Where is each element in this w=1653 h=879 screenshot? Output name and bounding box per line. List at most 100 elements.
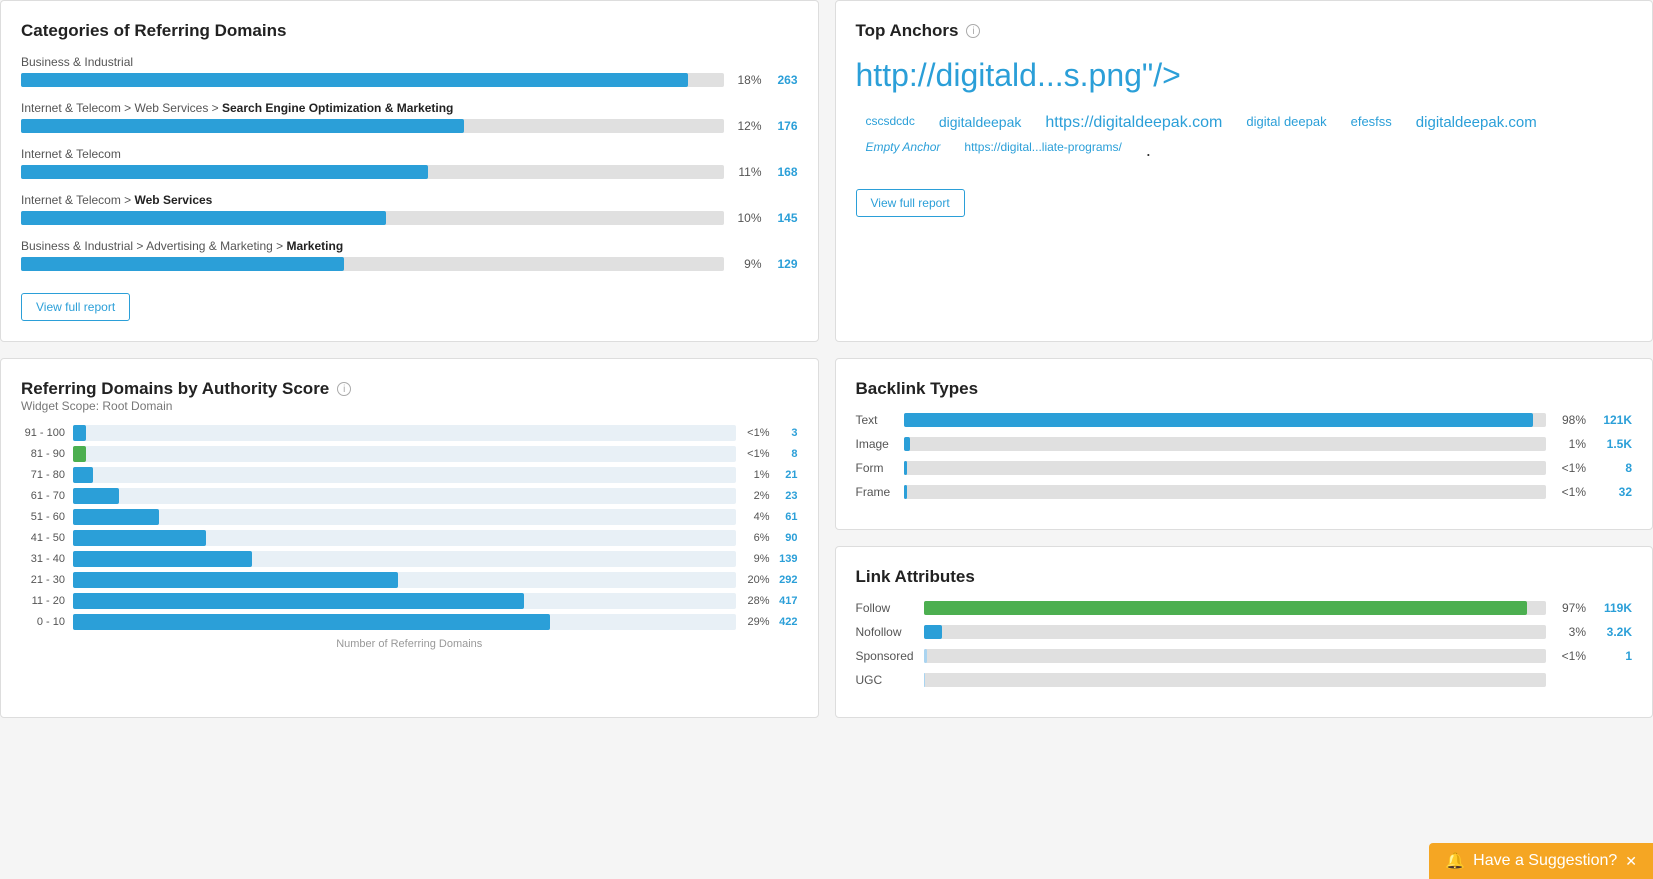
authority-bar-fill [73, 572, 398, 588]
authority-row-count: 422 [770, 616, 798, 628]
category-bar-fill [21, 165, 428, 179]
authority-row-pct: 4% [736, 511, 770, 523]
authority-info-icon[interactable]: i [337, 382, 351, 396]
authority-row-count: 21 [770, 469, 798, 481]
link-attr-row-pct: 3% [1554, 625, 1586, 639]
authority-row: 31 - 40 9% 139 [21, 551, 798, 567]
authority-row-count: 292 [770, 574, 798, 586]
authority-row-count: 417 [770, 595, 798, 607]
authority-row-pct: <1% [736, 427, 770, 439]
suggestion-close-icon[interactable]: ✕ [1625, 853, 1637, 870]
category-count: 168 [770, 165, 798, 179]
category-item: Internet & Telecom 11% 168 [21, 147, 798, 179]
anchor-tag[interactable]: . [1146, 140, 1151, 161]
link-attr-row-label: Sponsored [856, 649, 916, 663]
backlink-row-label: Image [856, 437, 896, 451]
backlink-bar-fill [904, 485, 907, 499]
authority-row-pct: 20% [736, 574, 770, 586]
top-anchors-title: Top Anchors [856, 21, 959, 41]
top-anchors-card: Top Anchors i http://digitald...s.png"/>… [835, 0, 1653, 342]
link-attr-bar-fill [924, 673, 926, 687]
link-attr-row-count: 119K [1594, 601, 1632, 615]
authority-row-label: 61 - 70 [21, 490, 73, 502]
authority-row: 71 - 80 1% 21 [21, 467, 798, 483]
authority-bar-fill [73, 593, 524, 609]
category-bar-bg [21, 119, 724, 133]
categories-title: Categories of Referring Domains [21, 21, 798, 41]
suggestion-icon: 🔔 [1445, 851, 1465, 871]
link-attr-card: Link Attributes Follow 97% 119K Nofollow… [835, 546, 1653, 718]
backlink-row-pct: 1% [1554, 437, 1586, 451]
top-anchors-info-icon[interactable]: i [966, 24, 980, 38]
backlink-title: Backlink Types [856, 379, 1633, 399]
category-item: Internet & Telecom > Web Services 10% 14… [21, 193, 798, 225]
authority-row: 81 - 90 <1% 8 [21, 446, 798, 462]
category-bar-row: 12% 176 [21, 119, 798, 133]
anchors-main-text: http://digitald...s.png"/> [856, 57, 1633, 94]
top-anchors-view-btn[interactable]: View full report [856, 189, 965, 217]
categories-view-btn[interactable]: View full report [21, 293, 130, 321]
suggestion-bar[interactable]: 🔔 Have a Suggestion? ✕ [1429, 843, 1653, 879]
authority-row-label: 11 - 20 [21, 595, 73, 607]
link-attr-bar-bg [924, 649, 1547, 663]
backlink-row: Image 1% 1.5K [856, 437, 1633, 451]
authority-row: 0 - 10 29% 422 [21, 614, 798, 630]
link-attr-bar-bg [924, 625, 1547, 639]
authority-row-label: 0 - 10 [21, 616, 73, 628]
anchors-cloud: cscsdcdc digitaldeepak https://digitaldeep… [856, 114, 1633, 161]
category-item: Internet & Telecom > Web Services > Sear… [21, 101, 798, 133]
anchor-tag[interactable]: efesfss [1351, 114, 1392, 132]
authority-bar-fill [73, 446, 86, 462]
category-bar-bg [21, 73, 724, 87]
category-label: Business & Industrial [21, 55, 798, 69]
category-pct: 11% [732, 165, 762, 179]
authority-chart: 91 - 100 <1% 3 81 - 90 <1% 8 71 - 80 1% … [21, 425, 798, 630]
authority-bar-bg [73, 488, 736, 504]
anchor-tag[interactable]: https://digitaldeepak.com [1045, 114, 1222, 132]
category-bar-row: 11% 168 [21, 165, 798, 179]
anchor-tag[interactable]: https://digital...liate-programs/ [964, 140, 1121, 161]
authority-row-label: 31 - 40 [21, 553, 73, 565]
authority-subtitle: Widget Scope: Root Domain [21, 399, 798, 413]
link-attr-title: Link Attributes [856, 567, 1633, 587]
category-count: 129 [770, 257, 798, 271]
anchor-tag[interactable]: cscsdcdc [866, 114, 915, 132]
authority-bar-fill [73, 467, 93, 483]
backlink-row-label: Form [856, 461, 896, 475]
link-attr-list: Follow 97% 119K Nofollow 3% 3.2K Sponsor… [856, 601, 1633, 687]
authority-row: 11 - 20 28% 417 [21, 593, 798, 609]
backlink-row-label: Text [856, 413, 896, 427]
anchor-tag[interactable]: digital deepak [1246, 114, 1326, 132]
authority-bar-bg [73, 614, 736, 630]
anchor-tag[interactable]: Empty Anchor [866, 140, 941, 161]
category-bar-bg [21, 211, 724, 225]
authority-row-count: 90 [770, 532, 798, 544]
authority-row-pct: <1% [736, 448, 770, 460]
authority-row-label: 91 - 100 [21, 427, 73, 439]
link-attr-row-pct: 97% [1554, 601, 1586, 615]
category-bar-row: 10% 145 [21, 211, 798, 225]
link-attr-row: Sponsored <1% 1 [856, 649, 1633, 663]
category-bar-fill [21, 211, 386, 225]
link-attr-row-count: 3.2K [1594, 625, 1632, 639]
link-attr-row-label: UGC [856, 673, 916, 687]
backlink-row-pct: <1% [1554, 461, 1586, 475]
link-attr-row: UGC [856, 673, 1633, 687]
authority-bar-fill [73, 551, 252, 567]
backlink-card: Backlink Types Text 98% 121K Image 1% 1.… [835, 358, 1653, 530]
category-label: Business & Industrial > Advertising & Ma… [21, 239, 798, 253]
backlink-row-pct: <1% [1554, 485, 1586, 499]
authority-row-label: 51 - 60 [21, 511, 73, 523]
anchor-tag[interactable]: digitaldeepak [939, 114, 1022, 132]
anchor-tag[interactable]: digitaldeepak.com [1416, 114, 1537, 132]
category-bar-fill [21, 257, 344, 271]
backlink-row: Form <1% 8 [856, 461, 1633, 475]
category-count: 263 [770, 73, 798, 87]
link-attr-bar-bg [924, 601, 1547, 615]
backlink-bar-fill [904, 461, 907, 475]
category-bar-bg [21, 165, 724, 179]
backlink-row-count: 8 [1594, 461, 1632, 475]
authority-row-count: 139 [770, 553, 798, 565]
backlink-bar-bg [904, 485, 1547, 499]
suggestion-label: Have a Suggestion? [1473, 852, 1617, 870]
